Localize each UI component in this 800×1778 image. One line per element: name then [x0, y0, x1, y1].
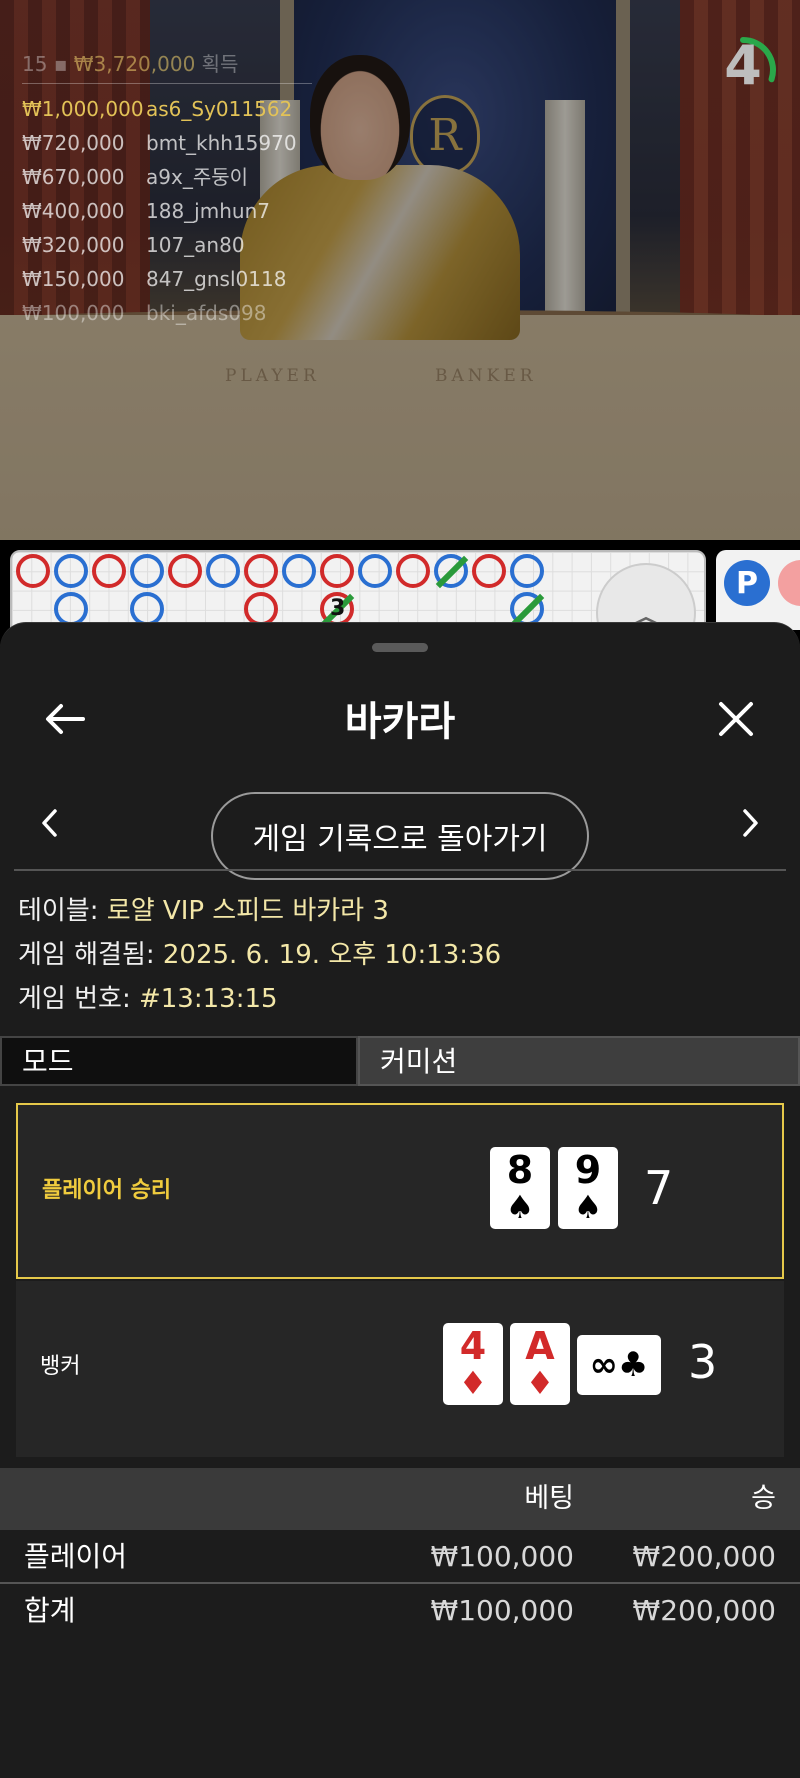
- playing-card: 9 ♠: [558, 1147, 618, 1229]
- road-bead: [168, 554, 202, 588]
- player-predict-button[interactable]: P: [724, 560, 770, 606]
- winner-row: ₩1,000,000 as6_Sy011562: [22, 97, 293, 121]
- resolved-info: 게임 해결됨: 2025. 6. 19. 오후 10:13:36: [18, 940, 502, 970]
- road-bead: [54, 554, 88, 588]
- sheet-title: 바카라: [344, 699, 456, 745]
- road-bead: [130, 592, 164, 626]
- winner-row: ₩320,000 107_an80: [22, 233, 245, 257]
- bet-table-header: 베팅 승: [0, 1468, 800, 1530]
- playing-card: 4 ♦: [443, 1323, 503, 1405]
- player-result: 플레이어 승리 8 ♠ 9 ♠ 7: [16, 1103, 784, 1279]
- mode-value: 커미션: [358, 1036, 800, 1086]
- winner-row: ₩670,000 a9x_주둥이: [22, 165, 249, 189]
- chevron-right-icon: [743, 809, 758, 837]
- table-info: 테이블: 로얄 VIP 스피드 바카라 3: [18, 896, 389, 926]
- winner-row: ₩100,000 bki_afds098: [22, 301, 267, 325]
- game-number-info: 게임 번호: #13:13:15: [18, 984, 278, 1014]
- col-win: 승: [751, 1483, 776, 1514]
- road-bead: [320, 554, 354, 588]
- road-bead: [130, 554, 164, 588]
- close-button[interactable]: [706, 689, 766, 749]
- winners-list: 15 ▪ ₩3,720,000 획득 ₩1,000,000 as6_Sy01156…: [22, 48, 312, 330]
- road-bead: [510, 554, 544, 588]
- road-bead: [244, 592, 278, 626]
- bet-table: 베팅 승 플레이어 ₩100,000 ₩200,000 합계 ₩100,000 …: [0, 1468, 800, 1638]
- close-icon: [719, 702, 753, 736]
- live-video: R PLAYER BANKER 15 ▪ ₩3,720,000 획득 ₩1,00…: [0, 0, 800, 540]
- previous-game-button[interactable]: [24, 798, 74, 848]
- road-bead: [206, 554, 240, 588]
- road-bead: [282, 554, 316, 588]
- banker-score: 3: [688, 1335, 718, 1389]
- road-bead: [472, 554, 506, 588]
- road-counter: 3: [330, 596, 346, 621]
- player-score: 7: [644, 1161, 674, 1215]
- next-game-button[interactable]: [726, 798, 776, 848]
- mode-row: 모드 커미션: [0, 1036, 800, 1086]
- game-info: 테이블: 로얄 VIP 스피드 바카라 3 게임 해결됨: 2025. 6. 1…: [18, 889, 788, 1021]
- drag-handle[interactable]: [372, 643, 428, 652]
- user-icon: ▪: [53, 52, 68, 76]
- table-row: 플레이어 ₩100,000 ₩200,000: [0, 1530, 800, 1584]
- mode-label: 모드: [0, 1036, 358, 1086]
- countdown-timer: 4: [708, 30, 778, 110]
- playing-card: 8 ♠: [490, 1147, 550, 1229]
- winner-row: ₩150,000 847_gnsl0118: [22, 267, 287, 291]
- timer-value: 4: [724, 34, 762, 97]
- winner-row: ₩400,000 188_jmhun7: [22, 199, 270, 223]
- road-side-panel[interactable]: P: [716, 550, 800, 630]
- road-bead: [16, 554, 50, 588]
- table-row-total: 합계 ₩100,000 ₩200,000: [24, 1594, 776, 1627]
- banker-result: 뱅커 4 ♦ A ♦ ∞ ♣ 3: [16, 1281, 784, 1457]
- road-bead: [244, 554, 278, 588]
- game-detail-sheet: 바카라 게임 기록으로 돌아가기 테이블: 로얄 VIP 스피드 바카라 3 게…: [0, 622, 800, 1778]
- banker-result-label: 뱅커: [40, 1354, 81, 1379]
- playing-card: A ♦: [510, 1323, 570, 1405]
- road-bead: [54, 592, 88, 626]
- sheet-header: 바카라: [0, 663, 800, 763]
- divider: [14, 869, 786, 871]
- banker-predict-button[interactable]: [778, 560, 800, 606]
- winners-header: 15 ▪ ₩3,720,000 획득: [22, 48, 312, 84]
- road-bead: [92, 554, 126, 588]
- winner-row: ₩720,000 bmt_khh15970: [22, 131, 297, 155]
- game-nav: 게임 기록으로 돌아가기: [0, 768, 800, 880]
- back-to-history-button[interactable]: 게임 기록으로 돌아가기: [211, 792, 589, 880]
- player-result-label: 플레이어 승리: [42, 1178, 172, 1203]
- chevron-left-icon: [42, 809, 57, 837]
- third-card-sideways: ∞ ♣: [577, 1335, 661, 1395]
- col-bet: 베팅: [524, 1483, 574, 1514]
- road-bead: [358, 554, 392, 588]
- road-bead: [396, 554, 430, 588]
